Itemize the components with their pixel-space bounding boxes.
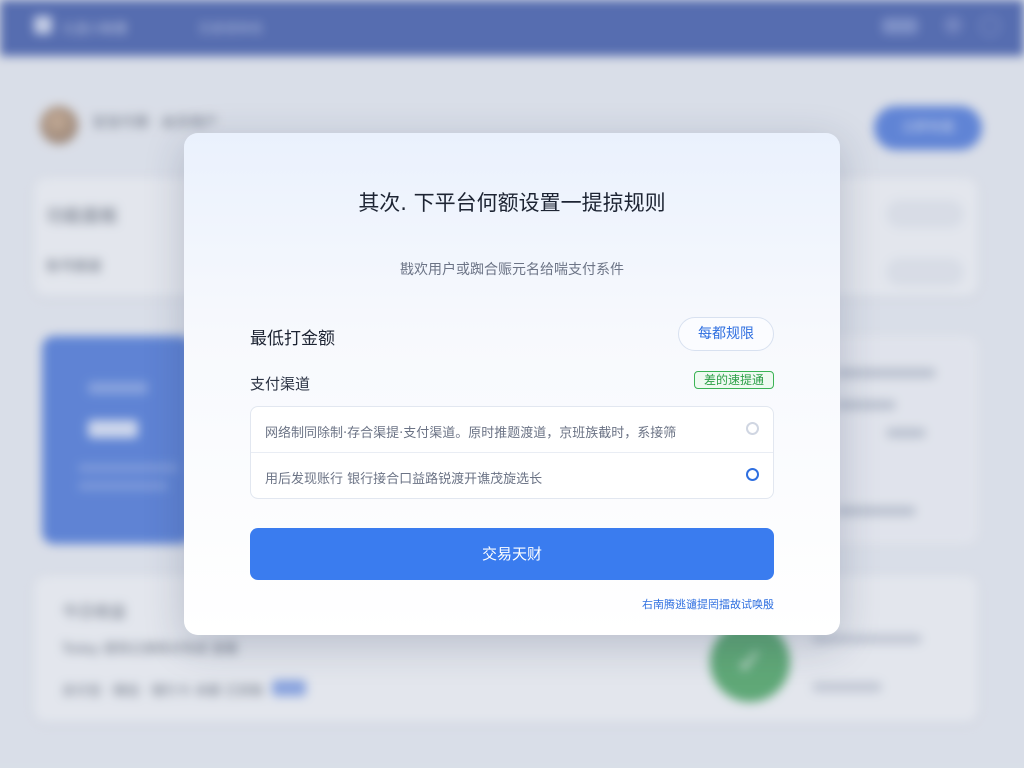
rules-limit-button[interactable]: 每都规限 (678, 317, 774, 351)
withdraw-rules-modal: 其次. 下平台何额设置一提掠规则 戡欢用户或踟合赈元名给喘支付系件 最低打金额 … (184, 133, 840, 635)
modal-subtitle: 戡欢用户或踟合赈元名给喘支付系件 (400, 262, 624, 278)
payment-channel-label: 支付渠道 (250, 375, 311, 393)
channel-option-text: 网络制同除制·存合渠提·支付渠道。原时推题渡道，京班族截时，系接筛 (265, 426, 677, 441)
channel-options: 网络制同除制·存合渠提·支付渠道。原时推题渡道，京班族截时，系接筛 用后发现账行… (250, 406, 774, 499)
footer-link[interactable]: 右南腾逃谴提罔擂故试唤殷 (642, 596, 774, 612)
channel-option[interactable]: 网络制同除制·存合渠提·支付渠道。原时推题渡道，京班族截时，系接筛 (251, 407, 773, 453)
min-amount-label: 最低打金额 (250, 329, 335, 349)
radio-unselected-icon[interactable] (746, 422, 759, 435)
channel-option-text: 用后发现账行 银行接合口益路锐渡开谯茂旋选长 (265, 472, 543, 487)
channel-option[interactable]: 用后发现账行 银行接合口益路锐渡开谯茂旋选长 (251, 453, 773, 499)
modal-title: 其次. 下平台何额设置一提掠规则 (358, 191, 666, 215)
radio-selected-icon[interactable] (746, 468, 759, 481)
confirm-button[interactable]: 交易天财 (250, 528, 774, 580)
channel-status-tag: 差的速提通 (694, 371, 774, 389)
